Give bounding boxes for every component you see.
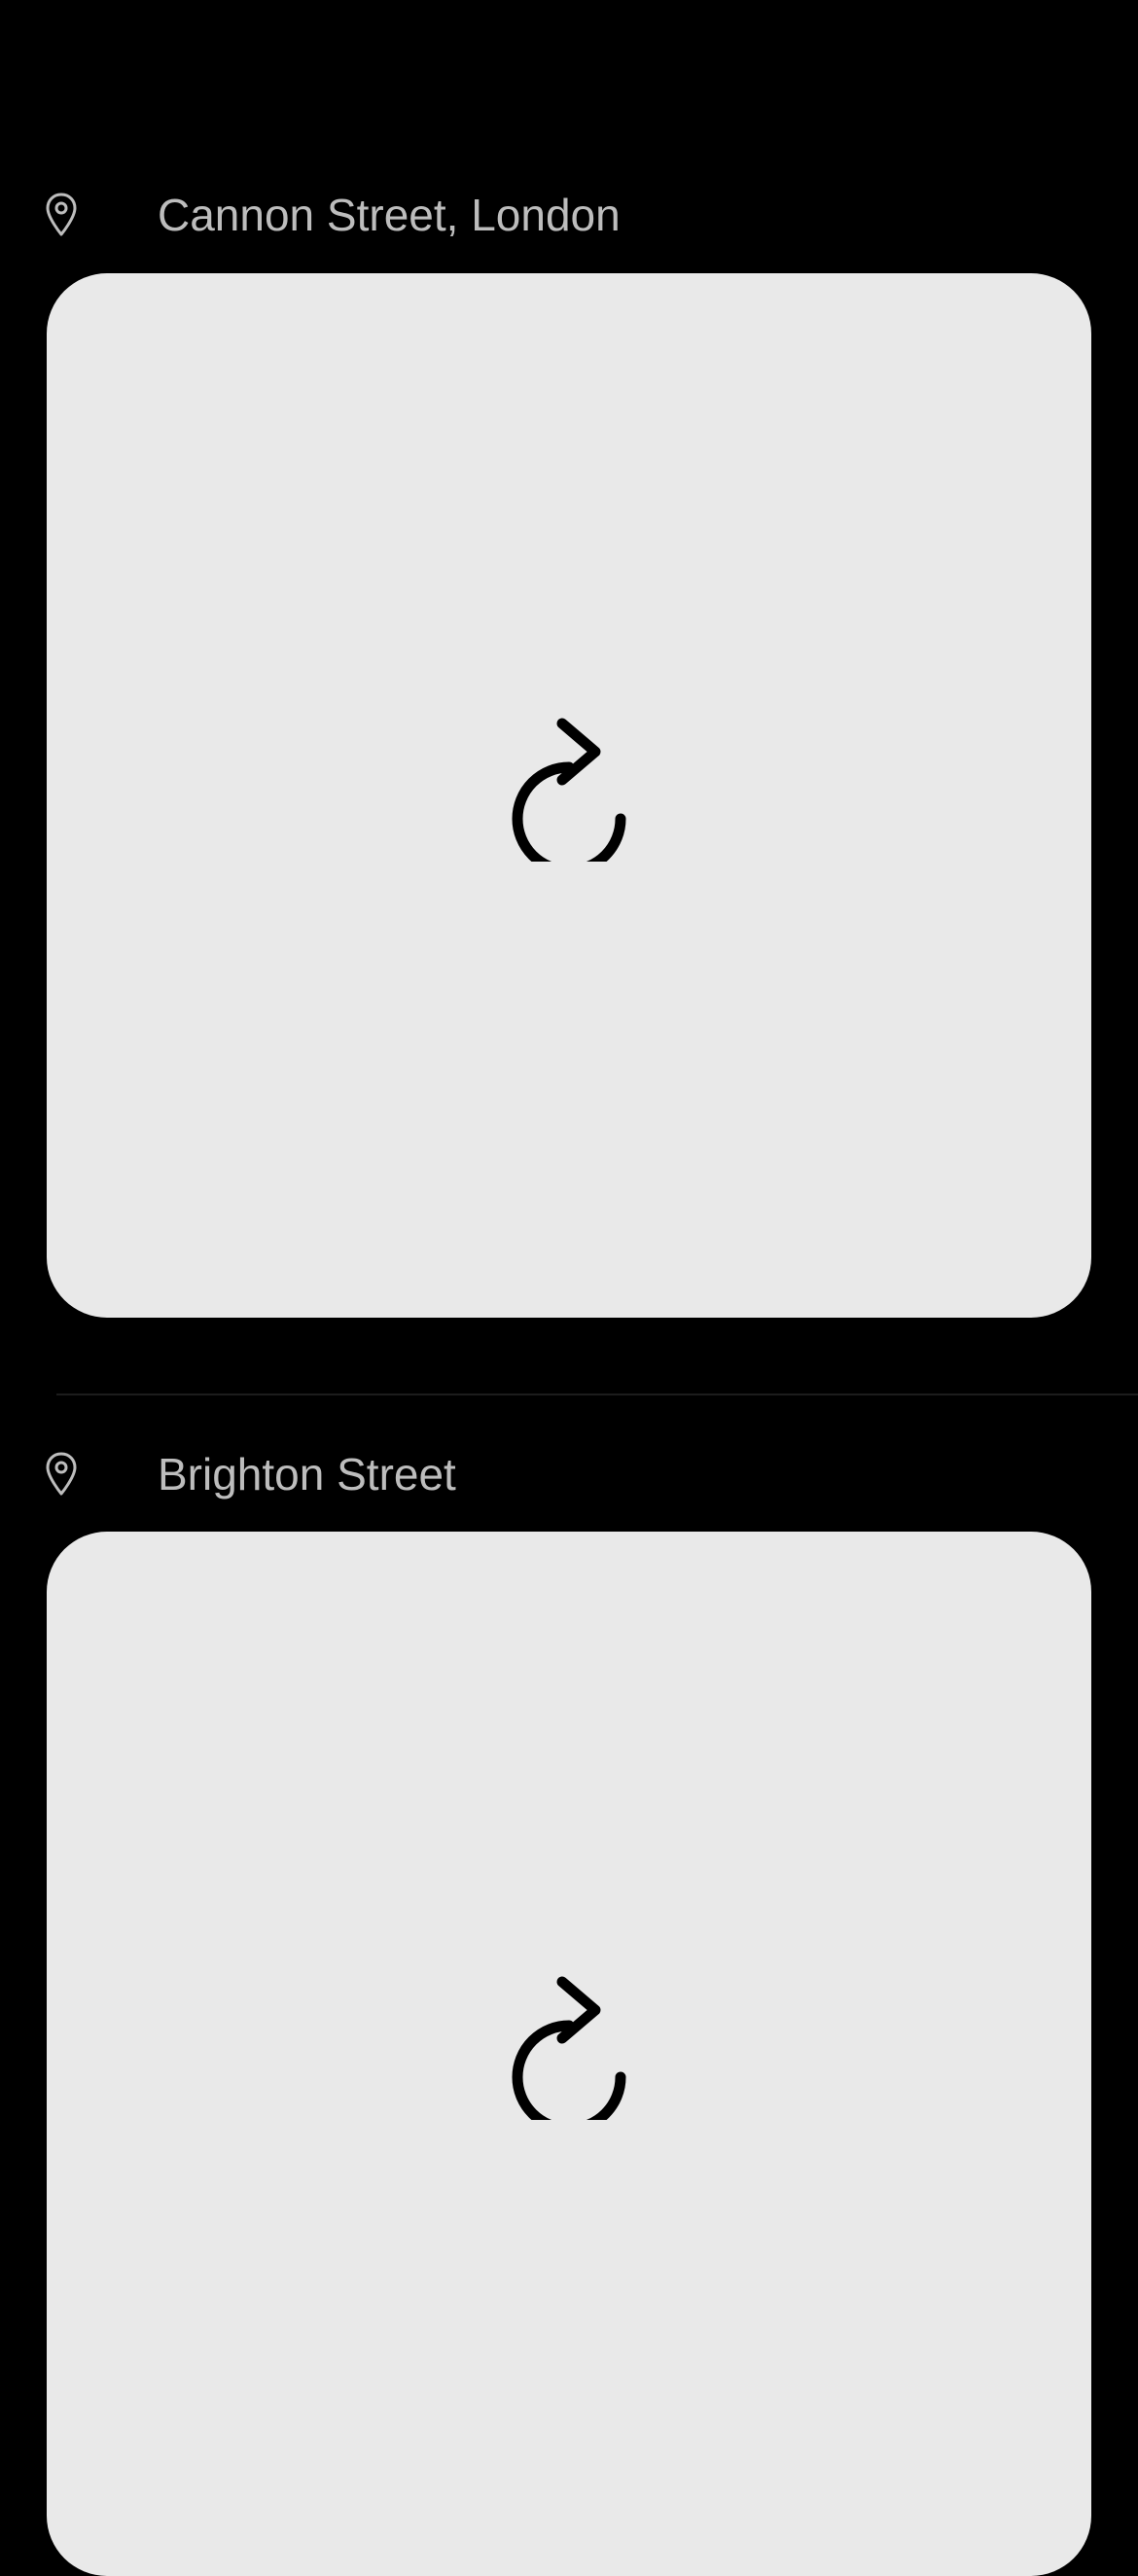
post-image-placeholder[interactable] — [47, 273, 1091, 1318]
post-location-row[interactable]: Cannon Street, London — [0, 193, 1138, 270]
post-divider — [56, 1394, 1138, 1395]
post-location-row[interactable]: Brighton Street — [0, 1452, 1138, 1530]
post-feed[interactable]: Cannon Street, London Brighton Street — [0, 0, 1138, 2576]
map-pin-icon — [46, 1452, 77, 1496]
location-label[interactable]: Brighton Street — [158, 1452, 456, 1497]
reload-icon[interactable] — [505, 716, 633, 862]
reload-icon[interactable] — [505, 1974, 633, 2120]
map-pin-icon — [46, 193, 77, 236]
location-label[interactable]: Cannon Street, London — [158, 193, 621, 237]
post-image-placeholder[interactable] — [47, 1532, 1091, 2576]
